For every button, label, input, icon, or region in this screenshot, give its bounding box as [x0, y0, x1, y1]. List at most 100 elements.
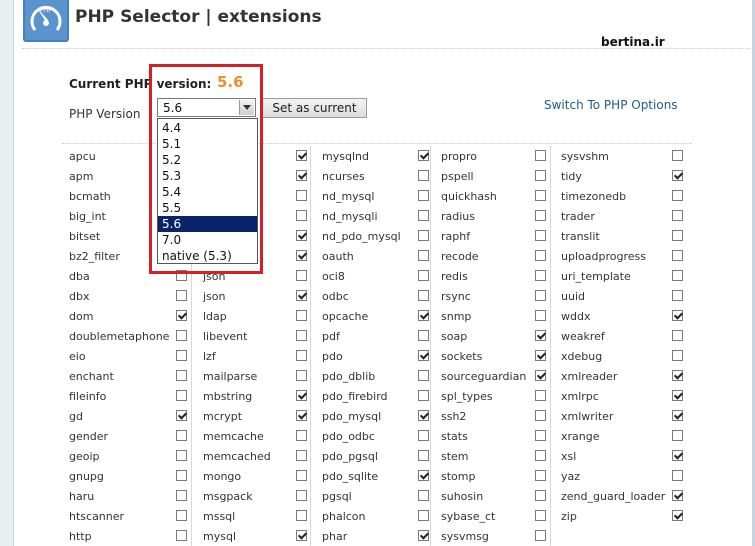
extension-checkbox[interactable] — [418, 410, 429, 421]
switch-to-php-options-link[interactable]: Switch To PHP Options — [544, 98, 678, 112]
extension-checkbox[interactable] — [176, 450, 187, 461]
extension-checkbox[interactable] — [672, 170, 683, 181]
extension-checkbox[interactable] — [672, 470, 683, 481]
extension-checkbox[interactable] — [535, 230, 546, 241]
extension-checkbox[interactable] — [535, 430, 546, 441]
extension-checkbox[interactable] — [535, 270, 546, 281]
extension-checkbox[interactable] — [296, 390, 307, 401]
extension-checkbox[interactable] — [535, 290, 546, 301]
extension-checkbox[interactable] — [296, 510, 307, 521]
extension-checkbox[interactable] — [535, 410, 546, 421]
extension-checkbox[interactable] — [672, 510, 683, 521]
extension-checkbox[interactable] — [296, 230, 307, 241]
extension-checkbox[interactable] — [296, 270, 307, 281]
extension-checkbox[interactable] — [672, 290, 683, 301]
extension-checkbox[interactable] — [535, 370, 546, 381]
extension-checkbox[interactable] — [418, 290, 429, 301]
extension-checkbox[interactable] — [176, 330, 187, 341]
extension-checkbox[interactable] — [535, 530, 546, 541]
extension-checkbox[interactable] — [418, 190, 429, 201]
extension-checkbox[interactable] — [418, 230, 429, 241]
extension-checkbox[interactable] — [418, 470, 429, 481]
extension-checkbox[interactable] — [672, 250, 683, 261]
extension-checkbox[interactable] — [418, 530, 429, 541]
extension-checkbox[interactable] — [296, 170, 307, 181]
extension-checkbox[interactable] — [296, 430, 307, 441]
extension-checkbox[interactable] — [176, 470, 187, 481]
extension-checkbox[interactable] — [176, 430, 187, 441]
extension-checkbox[interactable] — [672, 310, 683, 321]
extension-checkbox[interactable] — [672, 450, 683, 461]
extension-checkbox[interactable] — [296, 490, 307, 501]
extension-checkbox[interactable] — [672, 390, 683, 401]
extension-checkbox[interactable] — [418, 430, 429, 441]
extension-checkbox[interactable] — [176, 290, 187, 301]
extension-checkbox[interactable] — [176, 350, 187, 361]
extension-checkbox[interactable] — [418, 490, 429, 501]
extension-checkbox[interactable] — [418, 390, 429, 401]
extension-checkbox[interactable] — [535, 450, 546, 461]
extension-checkbox[interactable] — [296, 310, 307, 321]
extension-checkbox[interactable] — [176, 490, 187, 501]
extension-checkbox[interactable] — [176, 310, 187, 321]
extension-checkbox[interactable] — [176, 410, 187, 421]
extension-checkbox[interactable] — [672, 190, 683, 201]
extension-checkbox[interactable] — [672, 230, 683, 241]
extension-checkbox[interactable] — [296, 330, 307, 341]
extension-checkbox[interactable] — [535, 190, 546, 201]
extension-checkbox[interactable] — [296, 190, 307, 201]
extension-checkbox[interactable] — [535, 330, 546, 341]
extension-checkbox[interactable] — [296, 370, 307, 381]
extension-checkbox[interactable] — [176, 510, 187, 521]
extension-checkbox[interactable] — [535, 470, 546, 481]
extension-name: dbx — [69, 290, 90, 303]
extension-checkbox[interactable] — [672, 350, 683, 361]
header-divider — [22, 48, 750, 49]
extension-checkbox[interactable] — [296, 530, 307, 541]
extension-checkbox[interactable] — [418, 270, 429, 281]
extension-checkbox[interactable] — [296, 350, 307, 361]
extension-checkbox[interactable] — [535, 490, 546, 501]
extension-checkbox[interactable] — [418, 370, 429, 381]
extension-name: lzf — [203, 350, 216, 363]
set-as-current-button[interactable]: Set as current — [262, 98, 367, 118]
extension-checkbox[interactable] — [418, 150, 429, 161]
extension-checkbox[interactable] — [535, 170, 546, 181]
extension-checkbox[interactable] — [672, 490, 683, 501]
extension-checkbox[interactable] — [535, 150, 546, 161]
extension-checkbox[interactable] — [296, 290, 307, 301]
extension-checkbox[interactable] — [672, 270, 683, 281]
extension-checkbox[interactable] — [418, 210, 429, 221]
extension-checkbox[interactable] — [296, 450, 307, 461]
extension-checkbox[interactable] — [672, 330, 683, 341]
extension-checkbox[interactable] — [418, 250, 429, 261]
extension-checkbox[interactable] — [535, 210, 546, 221]
extension-checkbox[interactable] — [418, 510, 429, 521]
extension-checkbox[interactable] — [296, 470, 307, 481]
extension-checkbox[interactable] — [672, 210, 683, 221]
extension-checkbox[interactable] — [535, 390, 546, 401]
extension-checkbox[interactable] — [418, 350, 429, 361]
extension-checkbox[interactable] — [176, 370, 187, 381]
extension-name: gender — [69, 430, 108, 443]
extension-checkbox[interactable] — [296, 410, 307, 421]
extension-checkbox[interactable] — [535, 350, 546, 361]
extension-checkbox[interactable] — [535, 250, 546, 261]
extension-checkbox[interactable] — [176, 390, 187, 401]
extension-checkbox[interactable] — [176, 530, 187, 541]
extension-checkbox[interactable] — [418, 310, 429, 321]
column-divider — [550, 146, 551, 546]
extension-checkbox[interactable] — [418, 450, 429, 461]
extension-checkbox[interactable] — [672, 410, 683, 421]
extension-checkbox[interactable] — [672, 370, 683, 381]
extension-checkbox[interactable] — [418, 330, 429, 341]
extension-checkbox[interactable] — [418, 170, 429, 181]
extension-checkbox[interactable] — [535, 510, 546, 521]
extension-checkbox[interactable] — [672, 430, 683, 441]
extension-checkbox[interactable] — [296, 210, 307, 221]
php-speedometer-icon: PHP — [23, 0, 69, 42]
extension-checkbox[interactable] — [296, 250, 307, 261]
extension-checkbox[interactable] — [672, 150, 683, 161]
extension-checkbox[interactable] — [535, 310, 546, 321]
extension-checkbox[interactable] — [296, 150, 307, 161]
